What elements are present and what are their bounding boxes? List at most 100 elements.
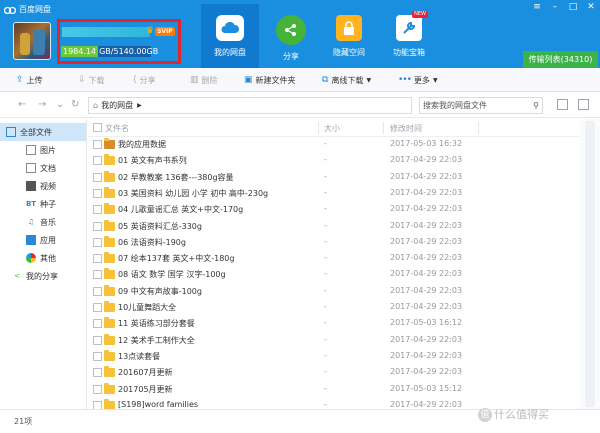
list-view-icon[interactable] (557, 99, 568, 110)
minimize-icon[interactable]: – (550, 2, 560, 12)
delete-button[interactable]: ▥ 删除 (190, 70, 218, 90)
file-name[interactable]: 09 中文有声故事-100g (118, 286, 202, 297)
nav-toolbox[interactable]: NEW 功能宝箱 (380, 4, 438, 68)
row-checkbox[interactable] (93, 172, 102, 182)
row-checkbox[interactable] (93, 205, 102, 215)
file-modified: 2017-04-29 22:03 (390, 285, 463, 295)
file-row[interactable]: 12 美术手工制作大全 - 2017-04-29 22:03 (88, 333, 580, 348)
file-row[interactable]: 04 儿歌童谣汇总 英文+中文-170g - 2017-04-29 22:03 (88, 202, 580, 217)
file-name[interactable]: 201705月更新 (118, 384, 173, 395)
file-row[interactable]: 01 英文有声书系列 - 2017-04-29 22:03 (88, 153, 580, 168)
file-row[interactable]: 11 英语练习部分套餐 - 2017-05-03 16:12 (88, 316, 580, 331)
file-name[interactable]: 08 语文 数学 国学 汉字-100g (118, 269, 226, 280)
forward-icon[interactable]: → (38, 99, 46, 111)
share-icon (276, 15, 306, 45)
file-name[interactable]: 12 美术手工制作大全 (118, 335, 195, 346)
vertical-scrollbar[interactable] (580, 119, 600, 409)
download-button[interactable]: ⇩ 下载 (78, 70, 105, 90)
file-name[interactable]: 06 法语资料-190g (118, 237, 186, 248)
row-checkbox[interactable] (93, 270, 102, 280)
file-row[interactable]: 05 英语资料汇总-330g - 2017-04-29 22:03 (88, 219, 580, 234)
file-name[interactable]: 07 绘本137套 英文+中文-180g (118, 253, 234, 264)
bt-icon: BT (25, 200, 37, 208)
row-checkbox[interactable] (93, 368, 102, 378)
file-name[interactable]: 02 早教教案 136套---380g容量 (118, 172, 234, 183)
transfer-list-button[interactable]: 传输列表(34310) (523, 51, 598, 68)
file-row[interactable]: 06 法语资料-190g - 2017-04-29 22:03 (88, 235, 580, 250)
nav-share[interactable]: 分享 (262, 4, 320, 68)
sidebar-item-other[interactable]: 其他 (0, 249, 86, 267)
share-small-icon: ⟨ (133, 75, 137, 85)
file-name[interactable]: [S198]word families (118, 400, 198, 409)
sidebar-item-docs[interactable]: 文档 (0, 159, 86, 177)
file-name[interactable]: 10儿童舞蹈大全 (118, 302, 176, 313)
menu-icon[interactable]: ≡ (532, 2, 542, 12)
file-row[interactable]: 我的应用数据 - 2017-05-03 16:32 (88, 137, 580, 152)
row-checkbox[interactable] (93, 237, 102, 247)
row-checkbox[interactable] (93, 319, 102, 329)
back-icon[interactable]: ← (18, 99, 26, 111)
sidebar-item-apps[interactable]: 应用 (0, 231, 86, 249)
avatar[interactable] (13, 22, 51, 60)
file-name[interactable]: 201607月更新 (118, 367, 173, 378)
close-icon[interactable]: ✕ (586, 2, 596, 12)
maximize-icon[interactable]: □ (568, 2, 578, 12)
sidebar-item-torrents[interactable]: BT 种子 (0, 195, 86, 213)
file-name[interactable]: 我的应用数据 (118, 139, 166, 150)
file-name[interactable]: 01 英文有声书系列 (118, 155, 187, 166)
file-row[interactable]: 02 早教教案 136套---380g容量 - 2017-04-29 22:03 (88, 170, 580, 185)
search-icon[interactable]: ⚲ (533, 101, 539, 110)
file-size: - (324, 318, 327, 328)
column-size[interactable]: 大小 (324, 123, 340, 134)
file-row[interactable]: 07 绘本137套 英文+中文-180g - 2017-04-29 22:03 (88, 251, 580, 266)
file-row[interactable]: 201705月更新 - 2017-05-03 15:12 (88, 382, 580, 397)
row-checkbox[interactable] (93, 254, 102, 264)
file-row[interactable]: 09 中文有声故事-100g - 2017-04-29 22:03 (88, 284, 580, 299)
sidebar-item-all-files[interactable]: 全部文件 (0, 123, 86, 141)
row-checkbox[interactable] (93, 140, 102, 149)
sidebar-item-images[interactable]: 图片 (0, 141, 86, 159)
file-row[interactable]: 13点读套餐 - 2017-04-29 22:03 (88, 349, 580, 364)
dropdown-icon[interactable]: ⌄ (56, 99, 64, 111)
file-name[interactable]: 13点读套餐 (118, 351, 160, 362)
file-name[interactable]: 04 儿歌童谣汇总 英文+中文-170g (118, 204, 243, 215)
sidebar: 全部文件 图片 文档 视频 BT 种子 ♫ 音乐 应用 其他 < 我的分享 (0, 119, 87, 409)
row-checkbox[interactable] (93, 335, 102, 345)
grid-view-icon[interactable] (578, 99, 589, 110)
file-row[interactable]: 08 语文 数学 国学 汉字-100g - 2017-04-29 22:03 (88, 267, 580, 282)
breadcrumb-current[interactable]: 我的网盘 (101, 100, 133, 111)
row-checkbox[interactable] (93, 384, 102, 394)
sidebar-item-music[interactable]: ♫ 音乐 (0, 213, 86, 231)
sidebar-item-my-shares[interactable]: < 我的分享 (0, 267, 86, 285)
file-row[interactable]: 03 美国资料 幼儿园 小学 初中 高中-230g - 2017-04-29 22:… (88, 186, 580, 201)
column-name[interactable]: 文件名 (105, 123, 129, 134)
search-input[interactable]: 搜索我的网盘文件 ⚲ (419, 97, 543, 114)
file-name[interactable]: 11 英语练习部分套餐 (118, 318, 195, 329)
folder-icon (104, 284, 115, 296)
file-name[interactable]: 05 英语资料汇总-330g (118, 221, 202, 232)
offline-download-button[interactable]: ⧉ 离线下载 ▼ (322, 70, 371, 90)
select-all-checkbox[interactable] (93, 123, 102, 132)
row-checkbox[interactable] (93, 303, 102, 312)
share-button[interactable]: ⟨ 分享 (133, 70, 156, 90)
row-checkbox[interactable] (93, 286, 102, 296)
new-folder-button[interactable]: ▣ 新建文件夹 (244, 70, 296, 90)
row-checkbox[interactable] (93, 221, 102, 231)
more-button[interactable]: ••• 更多 ▼ (398, 70, 438, 90)
column-modified[interactable]: 修改时间 (390, 123, 422, 134)
upload-button[interactable]: ⇪ 上传 (16, 70, 43, 90)
sidebar-item-videos[interactable]: 视频 (0, 177, 86, 195)
folder-icon (104, 382, 115, 394)
file-row[interactable]: 10儿童舞蹈大全 - 2017-04-29 22:03 (88, 300, 580, 315)
refresh-icon[interactable]: ↻ (71, 99, 79, 111)
nav-hidden-space[interactable]: 隐藏空间 (320, 4, 378, 68)
folder-icon (104, 268, 115, 280)
path-breadcrumb[interactable]: ⌂ 我的网盘 ▶ (88, 97, 412, 114)
row-checkbox[interactable] (93, 188, 102, 198)
row-checkbox[interactable] (93, 351, 102, 361)
nav-my-disk[interactable]: 我的网盘 (201, 4, 259, 68)
file-name[interactable]: 03 美国资料 幼儿园 小学 初中 高中-230g (118, 188, 268, 199)
file-size: - (324, 269, 327, 279)
file-row[interactable]: 201607月更新 - 2017-04-29 22:03 (88, 365, 580, 380)
row-checkbox[interactable] (93, 156, 102, 166)
